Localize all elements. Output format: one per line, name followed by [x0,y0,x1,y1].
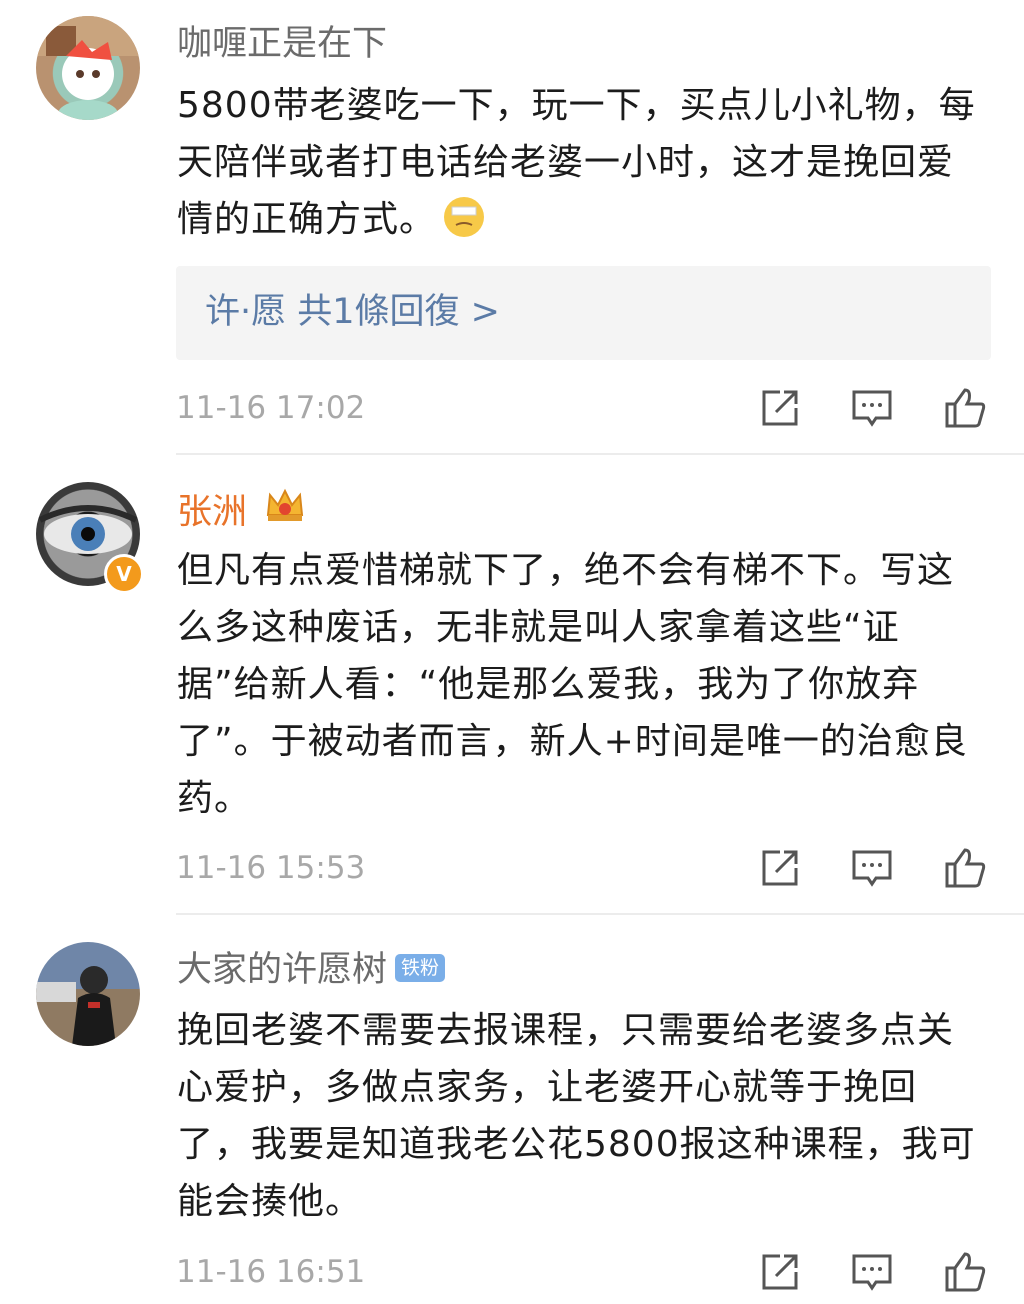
like-icon[interactable] [943,1250,987,1294]
comment-text: 但凡有点爱惜梯就下了，绝不会有梯不下。写这么多这种废话，无非就是叫人家拿着这些“… [177,550,968,819]
comment-text: 挽回老婆不需要去报课程，只需要给老婆多点关心爱护，多做点家务，让老婆开心就等于挽… [177,1010,976,1222]
share-icon[interactable] [758,846,802,890]
avatar[interactable] [36,16,140,120]
divider [176,913,1024,915]
like-icon[interactable] [943,846,987,890]
timestamp: 11-16 15:53 [176,850,366,886]
reply-preview[interactable]: 许·愿 共1條回復 > [176,266,991,360]
verified-badge: V [104,554,144,594]
share-icon[interactable] [758,386,802,430]
timestamp: 11-16 17:02 [176,390,366,426]
username-text[interactable]: 张洲 [177,493,247,533]
divider [176,453,1024,455]
username[interactable]: 咖喱正是在下 [177,22,387,66]
username[interactable]: 张洲 [177,488,306,539]
like-icon[interactable] [943,386,987,430]
comment-text: 5800带老婆吃一下，玩一下，买点儿小礼物，每天陪伴或者打电话给老婆一小时，这才… [177,77,977,248]
comment-icon[interactable] [850,386,894,430]
fan-badge: 铁粉 [395,954,446,982]
comment-body: 5800带老婆吃一下，玩一下，买点儿小礼物，每天陪伴或者打电话给老婆一小时，这才… [177,85,976,240]
avatar[interactable] [36,942,140,1046]
reply-preview-text[interactable]: 许·愿 共1條回復 > [205,290,500,334]
comment-icon[interactable] [850,1250,894,1294]
crown-icon [264,485,306,536]
share-icon[interactable] [758,1250,802,1294]
comment-icon[interactable] [850,846,894,890]
timestamp: 11-16 16:51 [176,1254,366,1290]
exhausted-face-icon [444,197,485,237]
username[interactable]: 大家的许愿树 铁粉 [177,948,446,992]
username-text[interactable]: 大家的许愿树 [177,950,387,990]
